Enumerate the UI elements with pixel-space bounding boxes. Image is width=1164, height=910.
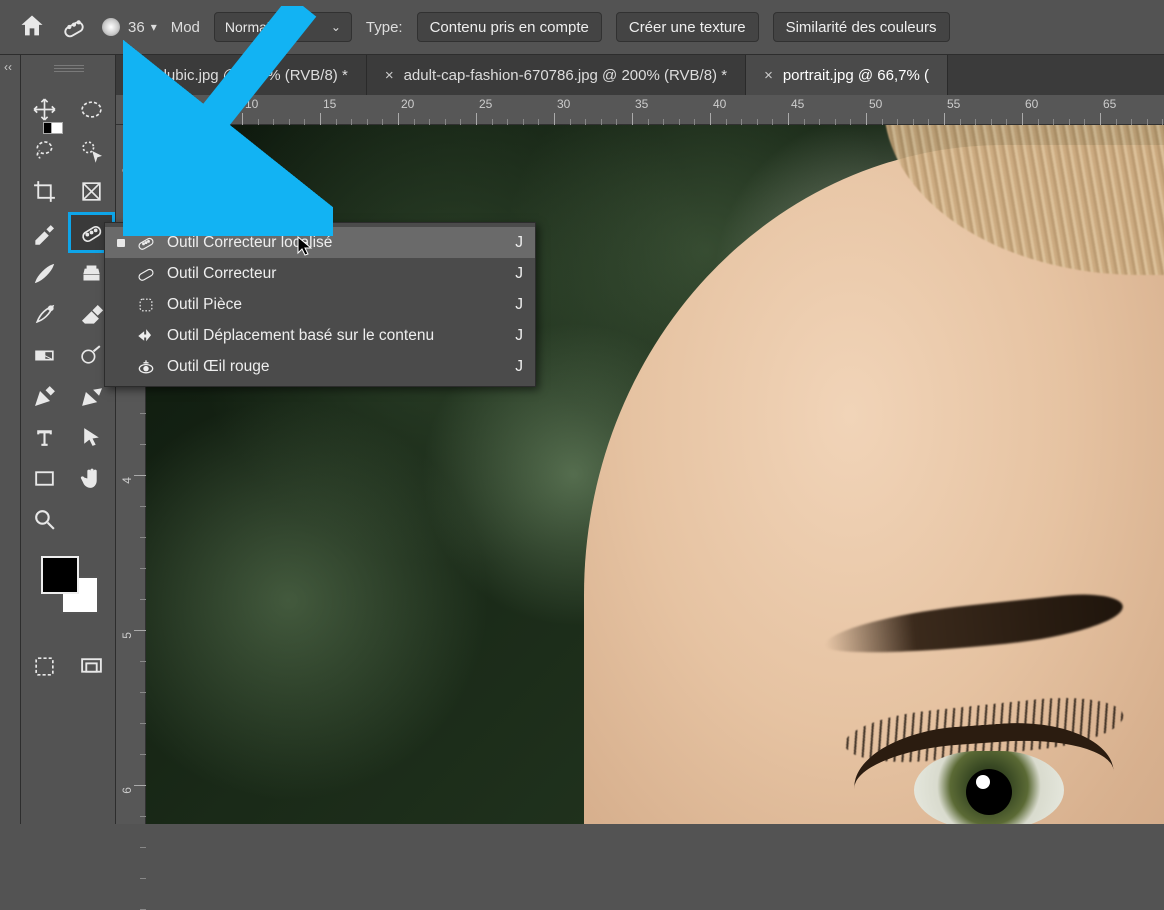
selected-dot-icon: [117, 239, 125, 247]
home-icon[interactable]: [18, 12, 46, 43]
tab-portrait[interactable]: × portrait.jpg @ 66,7% (: [746, 55, 948, 95]
tab-label: portrait.jpg @ 66,7% (: [783, 67, 929, 84]
image-eye: [854, 725, 1114, 824]
frame-tool[interactable]: [68, 171, 115, 212]
brush-tool[interactable]: [21, 253, 68, 294]
zoom-tool[interactable]: [21, 499, 68, 540]
chevron-down-icon[interactable]: ▾: [151, 20, 157, 34]
quick-select-tool[interactable]: [68, 130, 115, 171]
history-brush-tool[interactable]: [21, 294, 68, 335]
flyout-red-eye[interactable]: Outil Œil rouge J: [105, 351, 535, 382]
empty: [68, 499, 115, 540]
tool-flyout-menu: Outil Correcteur localisé J Outil Correc…: [104, 222, 536, 387]
mode-label: Mod: [171, 19, 200, 36]
crop-tool[interactable]: [21, 171, 68, 212]
eyedropper-tool[interactable]: [21, 212, 68, 253]
toolbox-grip-icon[interactable]: [21, 65, 116, 81]
bandaid-icon: [135, 263, 157, 285]
path-select-tool[interactable]: [68, 417, 115, 458]
marquee-tool[interactable]: [68, 89, 115, 130]
type-tool[interactable]: [21, 417, 68, 458]
content-move-icon: [135, 325, 157, 347]
type-btn-create-texture[interactable]: Créer une texture: [616, 12, 759, 42]
close-icon[interactable]: ×: [764, 67, 773, 84]
flyout-shortcut: J: [505, 234, 523, 252]
flyout-label: Outil Déplacement basé sur le contenu: [167, 327, 495, 345]
options-bar: 36 ▾ Mod Normal ⌄ Type: Contenu pris en …: [0, 0, 1164, 55]
brush-dot-icon: [102, 18, 120, 36]
brush-preview[interactable]: 36 ▾: [102, 18, 157, 36]
ruler-horizontal[interactable]: 5101520253035404550556065: [116, 95, 1164, 125]
panel-collapse-strip[interactable]: ‹‹: [0, 55, 21, 824]
type-btn-proximity[interactable]: Similarité des couleurs: [773, 12, 950, 42]
default-colors-icon[interactable]: [43, 121, 63, 137]
hand-tool[interactable]: [68, 458, 115, 499]
mode-value: Normal: [225, 19, 270, 35]
rectangle-tool[interactable]: [21, 458, 68, 499]
flyout-label: Outil Œil rouge: [167, 358, 495, 376]
document-tabs: × Clubic.jpg @ 200% (RVB/8) * × adult-ca…: [116, 55, 1164, 95]
color-swatches[interactable]: [41, 556, 101, 616]
flyout-label: Outil Pièce: [167, 296, 495, 314]
bandaid-dots-icon: [135, 232, 157, 254]
brush-size-value: 36: [128, 19, 145, 36]
tab-label: adult-cap-fashion-670786.jpg @ 200% (RVB…: [404, 67, 727, 84]
toolbox: [21, 55, 116, 824]
screen-mode-button[interactable]: [68, 646, 115, 687]
current-tool-icon: [60, 13, 88, 41]
flyout-content-aware-move[interactable]: Outil Déplacement basé sur le contenu J: [105, 320, 535, 351]
pen-tool[interactable]: [21, 376, 68, 417]
flyout-shortcut: J: [505, 265, 523, 283]
tab-clubic[interactable]: × Clubic.jpg @ 200% (RVB/8) *: [116, 55, 367, 95]
flyout-spot-healing[interactable]: Outil Correcteur localisé J: [105, 227, 535, 258]
close-icon[interactable]: ×: [385, 67, 394, 84]
patch-icon: [135, 294, 157, 316]
flyout-shortcut: J: [505, 327, 523, 345]
redeye-icon: [135, 356, 157, 378]
mode-select[interactable]: Normal ⌄: [214, 12, 352, 42]
gradient-tool[interactable]: [21, 335, 68, 376]
edit-toolbar-button[interactable]: [21, 646, 68, 687]
close-icon[interactable]: ×: [134, 67, 143, 84]
chevron-down-icon: ⌄: [331, 20, 341, 34]
flyout-shortcut: J: [505, 296, 523, 314]
type-btn-content-aware[interactable]: Contenu pris en compte: [417, 12, 602, 42]
flyout-label: Outil Correcteur localisé: [167, 234, 495, 252]
collapse-chevrons-icon: ‹‹: [4, 60, 12, 74]
flyout-shortcut: J: [505, 358, 523, 376]
tab-adult-cap[interactable]: × adult-cap-fashion-670786.jpg @ 200% (R…: [367, 55, 746, 95]
flyout-label: Outil Correcteur: [167, 265, 495, 283]
tab-label: Clubic.jpg @ 200% (RVB/8) *: [153, 67, 348, 84]
flyout-patch[interactable]: Outil Pièce J: [105, 289, 535, 320]
foreground-color-swatch[interactable]: [41, 556, 79, 594]
flyout-healing[interactable]: Outil Correcteur J: [105, 258, 535, 289]
type-label: Type:: [366, 19, 403, 36]
